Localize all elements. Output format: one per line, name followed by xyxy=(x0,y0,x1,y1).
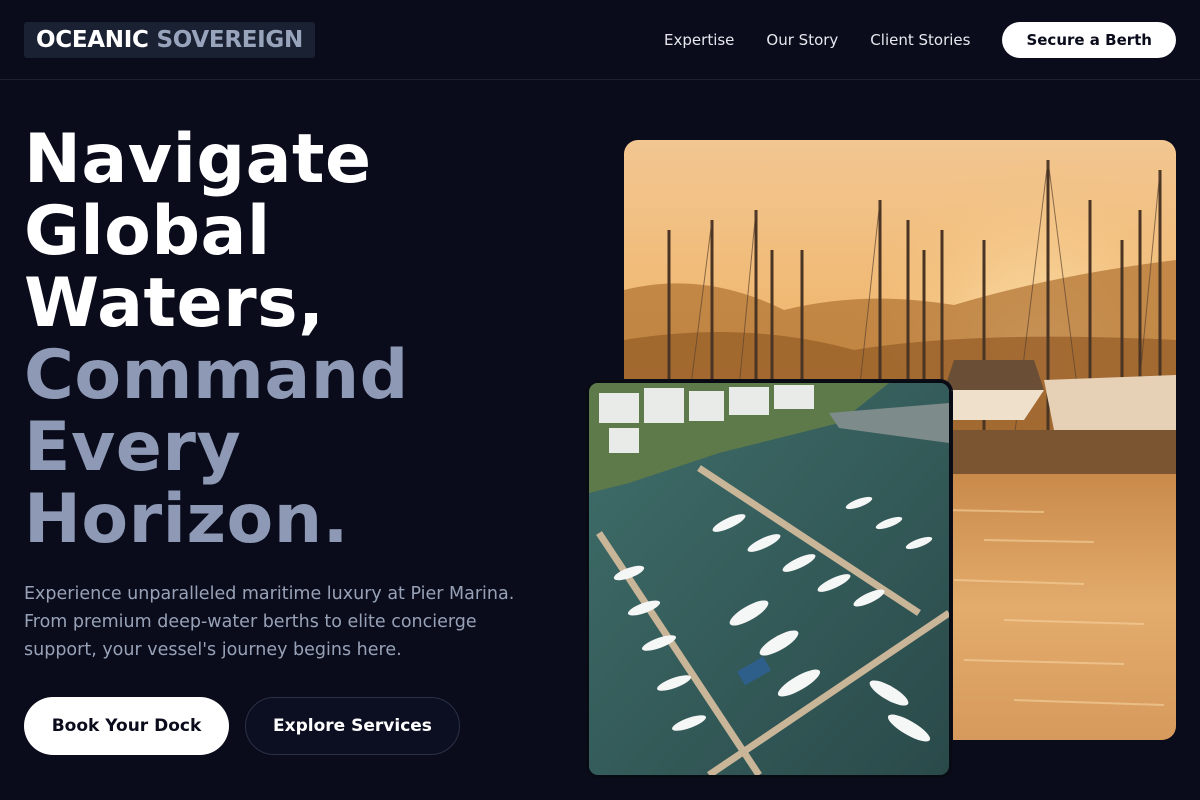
aerial-marina-illustration xyxy=(589,383,949,775)
brand-word-secondary: SOVEREIGN xyxy=(156,27,304,53)
hero-description: Experience unparalleled maritime luxury … xyxy=(24,584,515,660)
nav-link-expertise[interactable]: Expertise xyxy=(664,31,734,49)
brand-word-primary: OCEANIC xyxy=(36,27,149,53)
headline-accent-line: Every xyxy=(24,408,242,487)
headline-line: Waters, xyxy=(24,264,325,343)
headline-line: Global xyxy=(24,192,271,271)
nav-link-client-stories[interactable]: Client Stories xyxy=(870,31,970,49)
headline-line: Navigate xyxy=(24,120,372,199)
nav-link-our-story[interactable]: Our Story xyxy=(766,31,838,49)
explore-services-button[interactable]: Explore Services xyxy=(245,697,460,755)
aerial-marina-image xyxy=(586,380,952,778)
headline-accent-line: Command xyxy=(24,336,409,415)
book-dock-button[interactable]: Book Your Dock xyxy=(24,697,229,755)
headline-accent-line: Horizon. xyxy=(24,480,350,559)
secure-berth-button[interactable]: Secure a Berth xyxy=(1002,22,1176,58)
brand-logo[interactable]: OCEANIC SOVEREIGN xyxy=(24,22,315,58)
hero-headline: Navigate Global Waters, Command Every Ho… xyxy=(24,124,409,556)
main-nav: Expertise Our Story Client Stories Secur… xyxy=(664,22,1176,58)
site-header: OCEANIC SOVEREIGN Expertise Our Story Cl… xyxy=(0,0,1200,80)
